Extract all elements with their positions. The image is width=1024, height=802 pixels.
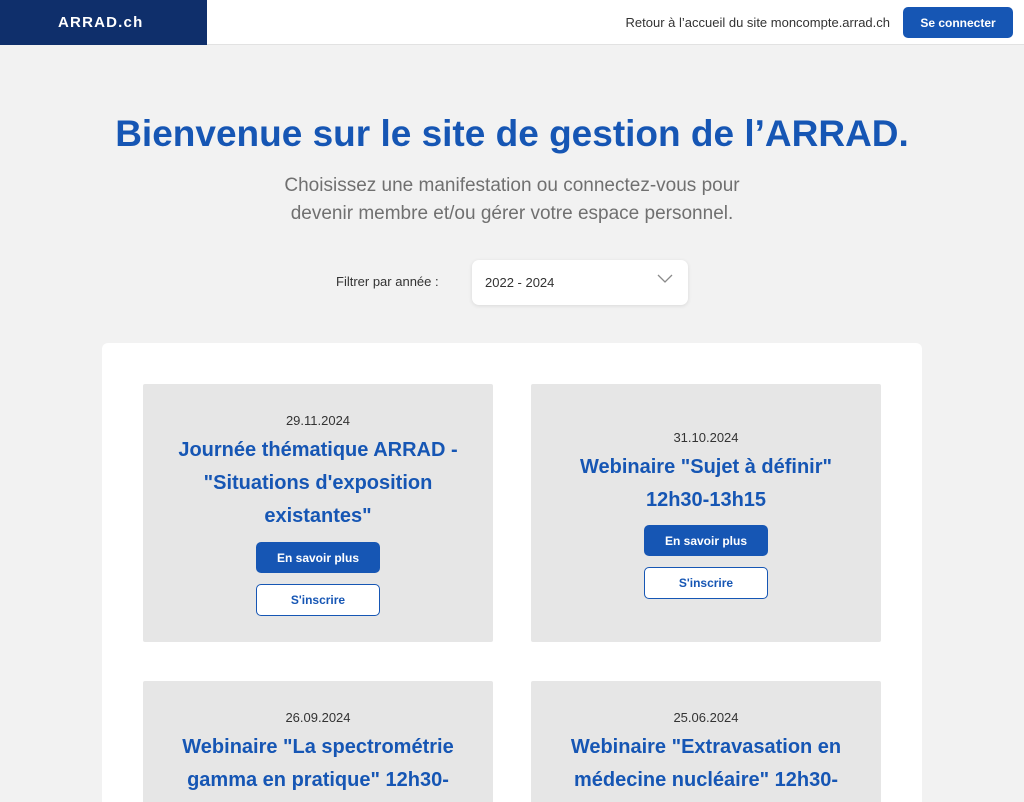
event-title[interactable]: Webinaire "Sujet à définir" 12h30-13h15 [541,451,871,517]
site-logo[interactable]: ARRAD.ch [0,0,207,45]
events-panel: 29.11.2024 Journée thématique ARRAD - "S… [102,343,922,802]
subtitle-line: devenir membre et/ou gérer votre espace … [290,203,734,224]
subscribe-button[interactable]: S'inscrire [644,567,768,599]
event-title-line: Webinaire "Sujet à définir" [580,456,832,478]
event-date: 26.09.2024 [285,710,351,725]
learn-more-button[interactable]: En savoir plus [644,525,768,556]
subscribe-button[interactable]: S'inscrire [256,584,380,616]
event-title-line: médecine nucléaire" 12h30- [573,769,839,791]
event-title[interactable]: Journée thématique ARRAD - "Situations d… [153,434,483,533]
year-filter-label: Filtrer par année : [336,274,439,289]
event-card: 25.06.2024 Webinaire "Extravasation en m… [531,681,881,802]
top-navigation-bar: ARRAD.ch Retour à l’accueil du site monc… [0,0,1024,45]
year-filter-select[interactable]: 2022 - 2024 [472,260,688,305]
year-filter-value: 2022 - 2024 [485,275,555,290]
event-title-line: Webinaire "La spectrométrie [182,736,454,758]
event-title-line: 12h30-13h15 [645,489,767,511]
event-card: 26.09.2024 Webinaire "La spectrométrie g… [143,681,493,802]
login-button[interactable]: Se connecter [903,7,1013,38]
home-link[interactable]: Retour à l’accueil du site moncompte.arr… [626,0,890,45]
event-title-line: "Situations d'exposition [203,472,433,494]
event-title[interactable]: Webinaire "Extravasation en médecine nuc… [541,731,871,797]
page-subtitle: Choisissez une manifestation ou connecte… [0,172,1024,228]
event-title-line: Journée thématique ARRAD - [178,439,458,461]
event-date: 31.10.2024 [673,430,739,445]
event-title-line: Webinaire "Extravasation en [570,736,842,758]
chevron-down-icon [657,274,673,283]
event-card: 29.11.2024 Journée thématique ARRAD - "S… [143,384,493,642]
event-title-line: existantes" [264,505,372,527]
learn-more-button[interactable]: En savoir plus [256,542,380,573]
event-date: 29.11.2024 [285,413,351,428]
event-title[interactable]: Webinaire "La spectrométrie gamma en pra… [153,731,483,797]
event-title-line: gamma en pratique" 12h30- [187,769,449,791]
event-date: 25.06.2024 [673,710,739,725]
subtitle-line: Choisissez une manifestation ou connecte… [284,175,740,196]
event-card: 31.10.2024 Webinaire "Sujet à définir" 1… [531,384,881,642]
page-title: Bienvenue sur le site de gestion de l’AR… [115,113,909,154]
